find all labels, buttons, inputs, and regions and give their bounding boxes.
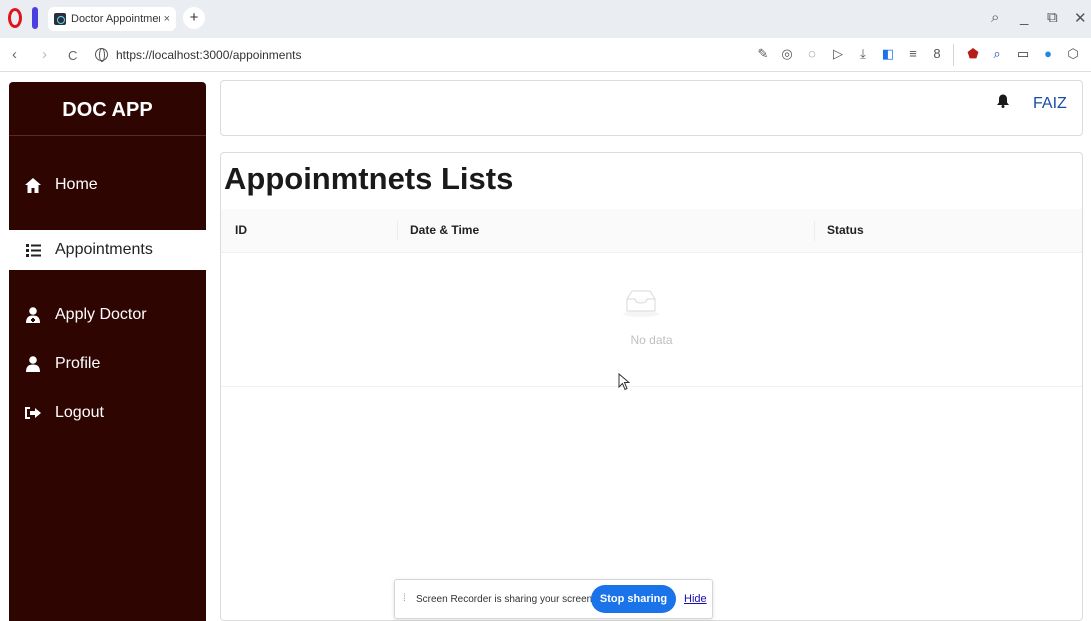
column-header-status[interactable]: Status — [827, 223, 864, 237]
app-root: DOC APP Home Appointments Apply Doctor P… — [0, 72, 1091, 621]
reload-icon[interactable]: C — [68, 48, 77, 63]
empty-state: No data — [221, 253, 1082, 387]
cube-icon[interactable]: ⬡ — [1064, 46, 1082, 62]
address-bar: ‹ › C https://localhost:3000/appoinments… — [0, 38, 1091, 72]
url-input[interactable]: https://localhost:3000/appoinments — [116, 48, 301, 62]
sidebar-item-profile[interactable]: Profile — [9, 344, 206, 384]
extension-blue-icon[interactable]: ● — [1039, 46, 1057, 61]
sidebar-item-label: Appointments — [55, 241, 153, 258]
mouse-cursor-icon — [618, 373, 630, 391]
empty-text: No data — [630, 333, 673, 347]
sidebar-item-label: Profile — [55, 355, 101, 372]
send-icon[interactable]: ▷ — [829, 46, 847, 62]
edit-icon[interactable]: ✎ — [754, 46, 772, 62]
lookup-icon[interactable]: ⌕ — [988, 46, 1006, 62]
sidebar-item-logout[interactable]: Logout — [9, 393, 206, 433]
column-divider — [397, 221, 398, 241]
user-name-link[interactable]: FAIZ — [1033, 95, 1067, 113]
sidebar-item-appointments[interactable]: Appointments — [9, 230, 206, 270]
minimize-icon[interactable]: _ — [1020, 9, 1028, 26]
user-doctor-icon — [25, 307, 41, 323]
empty-inbox-icon — [623, 290, 659, 317]
sidebar-item-apply-doctor[interactable]: Apply Doctor — [9, 295, 206, 335]
list-icon — [25, 242, 41, 258]
forward-icon[interactable]: › — [42, 46, 47, 63]
pocket-icon[interactable]: ◌ — [803, 46, 821, 61]
column-divider — [814, 221, 815, 241]
sidebar-item-label: Logout — [55, 404, 104, 421]
home-icon — [25, 177, 41, 193]
browser-tab[interactable]: Doctor Appointment S × — [48, 7, 176, 31]
user-icon — [25, 356, 41, 372]
sidebar: DOC APP Home Appointments Apply Doctor P… — [9, 82, 206, 621]
logout-icon — [25, 405, 41, 421]
screen-share-message: Screen Recorder is sharing your screen. — [416, 594, 595, 605]
page-title: Appoinmtnets Lists — [224, 161, 514, 196]
react-favicon-icon — [54, 13, 66, 25]
browser-tab-strip: Doctor Appointment S × + ⌕ _ ⧉ ✕ — [0, 0, 1091, 38]
close-window-icon[interactable]: ✕ — [1074, 9, 1087, 27]
download-icon[interactable]: ⤓ — [854, 46, 872, 62]
column-header-date-time[interactable]: Date & Time — [410, 223, 479, 237]
drag-handle-icon[interactable]: ⁞ — [403, 593, 406, 604]
site-info-icon[interactable] — [95, 48, 108, 62]
profile-icon[interactable]: 8 — [928, 46, 946, 61]
sidebar-item-label: Apply Doctor — [55, 306, 147, 323]
tab-search-icon[interactable]: ⌕ — [991, 9, 999, 26]
menu-icon[interactable]: ≡ — [904, 46, 922, 61]
column-header-id[interactable]: ID — [235, 223, 247, 237]
stop-sharing-button[interactable]: Stop sharing — [591, 585, 676, 613]
table-header: ID Date & Time Status — [221, 209, 1082, 253]
sidebar-item-label: Home — [55, 176, 98, 193]
screen-share-bar: ⁞ Screen Recorder is sharing your screen… — [394, 579, 713, 619]
tab-title: Doctor Appointment S — [71, 13, 160, 25]
tab-icon[interactable]: ▭ — [1014, 46, 1032, 62]
sidebar-strip-icon[interactable] — [32, 7, 38, 29]
opera-logo-icon[interactable] — [8, 8, 22, 28]
ublock-icon[interactable]: ⬟ — [964, 46, 982, 62]
hide-link[interactable]: Hide — [684, 593, 707, 605]
toolbar-separator — [953, 44, 954, 66]
new-tab-button[interactable]: + — [183, 7, 205, 29]
restore-icon[interactable]: ⧉ — [1047, 9, 1058, 26]
main-content: Appoinmtnets Lists ID Date & Time Status… — [220, 152, 1083, 621]
top-header: FAIZ — [220, 80, 1083, 136]
brand-logo: DOC APP — [9, 82, 206, 136]
sidebar-item-home[interactable]: Home — [9, 165, 206, 205]
tab-close-icon[interactable]: × — [164, 13, 170, 25]
sidebar-toggle-icon[interactable]: ◧ — [879, 46, 897, 62]
bell-icon[interactable] — [996, 94, 1010, 108]
camera-icon[interactable]: ◎ — [778, 46, 796, 62]
back-icon[interactable]: ‹ — [12, 46, 17, 63]
